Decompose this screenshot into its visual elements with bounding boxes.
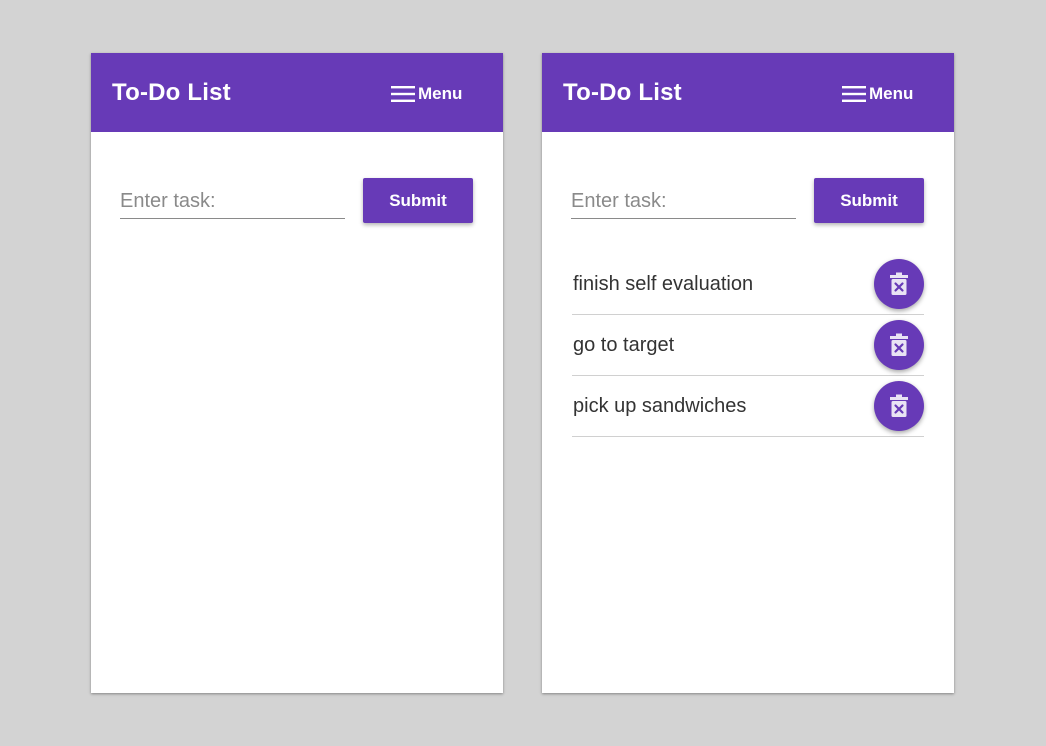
menu-button[interactable]: Menu: [842, 81, 913, 107]
trash-delete-icon: [890, 394, 908, 417]
submit-button[interactable]: Submit: [814, 178, 924, 223]
delete-task-button[interactable]: [874, 320, 924, 370]
menu-label: Menu: [869, 84, 914, 103]
todo-panel-with-tasks: To-Do List Menu Submit finish self evalu…: [542, 53, 954, 693]
submit-button[interactable]: Submit: [363, 178, 473, 223]
app-bar: To-Do List Menu: [91, 53, 503, 132]
app-bar: To-Do List Menu: [542, 53, 954, 132]
trash-delete-icon: [890, 333, 908, 356]
delete-task-button[interactable]: [874, 259, 924, 309]
task-item: finish self evaluation: [572, 254, 924, 315]
app-title: To-Do List: [563, 79, 682, 106]
menu-button[interactable]: Menu: [391, 81, 462, 107]
hamburger-menu-icon: [842, 86, 866, 102]
hamburger-menu-icon: [391, 86, 415, 102]
app-title: To-Do List: [112, 79, 231, 106]
task-text: pick up sandwiches: [573, 395, 747, 417]
task-text: finish self evaluation: [573, 273, 754, 295]
task-text: go to target: [573, 334, 675, 356]
delete-task-button[interactable]: [874, 381, 924, 431]
task-input[interactable]: [120, 185, 345, 219]
task-item: pick up sandwiches: [572, 376, 924, 437]
task-list: finish self evaluation go to target pick…: [572, 254, 924, 437]
todo-panel-empty: To-Do List Menu Submit: [91, 53, 503, 693]
menu-label: Menu: [418, 84, 463, 103]
task-item: go to target: [572, 315, 924, 376]
trash-delete-icon: [890, 272, 908, 295]
task-input[interactable]: [571, 185, 796, 219]
